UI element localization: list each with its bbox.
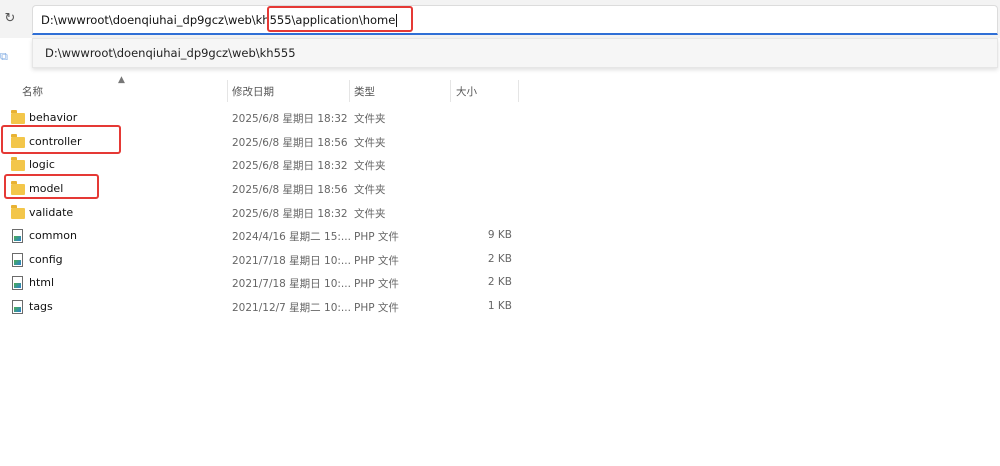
column-divider[interactable] [227, 80, 228, 102]
file-row[interactable]: tags 2021/12/7 星期二 10:... PHP 文件 1 KB [0, 296, 600, 319]
file-modified: 2025/6/8 星期日 18:56 [232, 137, 348, 149]
file-size: 2 KB [487, 276, 512, 288]
php-file-icon [12, 300, 23, 314]
suggestion-item[interactable]: D:\wwwroot\doenqiuhai_dp9gcz\web\kh555 [45, 46, 296, 60]
file-name: config [29, 253, 63, 266]
column-modified[interactable]: 修改日期 [232, 84, 274, 99]
file-type: 文件夹 [354, 160, 386, 172]
file-type: PHP 文件 [354, 278, 399, 290]
file-type: PHP 文件 [354, 255, 399, 267]
column-divider[interactable] [349, 80, 350, 102]
file-type: PHP 文件 [354, 302, 399, 314]
column-size[interactable]: 大小 [456, 84, 477, 99]
file-modified: 2025/6/8 星期日 18:32 [232, 208, 348, 220]
address-bar-area: ↻ D:\wwwroot\doenqiuhai_dp9gcz\web\kh555… [0, 0, 1000, 38]
file-name: logic [29, 158, 55, 171]
sort-up-icon: ▲ [118, 75, 125, 85]
column-name[interactable]: 名称 [22, 84, 43, 99]
file-name: validate [29, 206, 74, 219]
file-type: 文件夹 [354, 113, 386, 125]
file-modified: 2025/6/8 星期日 18:56 [232, 184, 348, 196]
file-row[interactable]: html 2021/7/18 星期日 10:... PHP 文件 2 KB [0, 272, 600, 295]
highlight-box-model [4, 174, 99, 199]
file-row[interactable]: config 2021/7/18 星期日 10:... PHP 文件 2 KB [0, 249, 600, 272]
file-type: PHP 文件 [354, 231, 399, 243]
file-row[interactable]: validate 2025/6/8 星期日 18:32 文件夹 [0, 202, 600, 225]
highlight-box-controller [1, 125, 121, 154]
address-suggestion-dropdown[interactable]: D:\wwwroot\doenqiuhai_dp9gcz\web\kh555 [32, 38, 998, 68]
file-name: tags [29, 300, 53, 313]
php-file-icon [12, 253, 23, 267]
file-modified: 2021/7/18 星期日 10:... [232, 255, 351, 267]
file-size: 9 KB [487, 229, 512, 241]
file-type: 文件夹 [354, 208, 386, 220]
file-size: 2 KB [487, 253, 512, 265]
file-name: html [29, 276, 55, 289]
column-divider[interactable] [518, 80, 519, 102]
copy-icon[interactable]: ⧉ [0, 50, 12, 68]
file-name: behavior [29, 111, 78, 124]
file-modified: 2024/4/16 星期二 15:... [232, 231, 351, 243]
highlight-box-address [267, 6, 413, 32]
file-type: 文件夹 [354, 137, 386, 149]
file-row[interactable]: common 2024/4/16 星期二 15:... PHP 文件 9 KB [0, 225, 600, 248]
php-file-icon [12, 229, 23, 243]
column-type[interactable]: 类型 [354, 84, 375, 99]
folder-icon [11, 205, 25, 219]
file-name: common [29, 229, 77, 242]
file-modified: 2025/6/8 星期日 18:32 [232, 113, 348, 125]
column-header: ▲ 名称 修改日期 类型 大小 [0, 75, 520, 102]
file-modified: 2021/12/7 星期二 10:... [232, 302, 351, 314]
column-divider[interactable] [450, 80, 451, 102]
folder-icon [11, 157, 25, 171]
file-size: 1 KB [487, 300, 512, 312]
php-file-icon [12, 276, 23, 290]
folder-icon [11, 110, 25, 124]
refresh-icon[interactable]: ↻ [2, 11, 18, 27]
address-input[interactable]: D:\wwwroot\doenqiuhai_dp9gcz\web\kh555\a… [32, 5, 998, 35]
file-modified: 2021/7/18 星期日 10:... [232, 278, 351, 290]
file-type: 文件夹 [354, 184, 386, 196]
file-modified: 2025/6/8 星期日 18:32 [232, 160, 348, 172]
